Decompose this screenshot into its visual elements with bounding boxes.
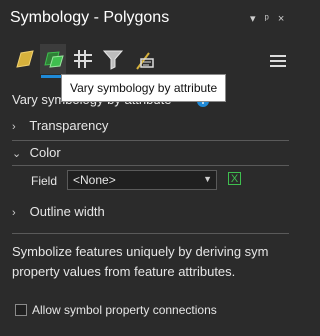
chevron-right-icon: › — [12, 207, 16, 219]
tooltip: Vary symbology by attribute — [61, 74, 227, 102]
description-line-1: Symbolize features uniquely by deriving … — [12, 244, 269, 259]
description: Symbolize features uniquely by deriving … — [12, 242, 301, 282]
label-class-icon — [136, 52, 154, 70]
symbol-layer-drawing-button[interactable] — [70, 44, 96, 74]
field-select[interactable]: <None> ▼ — [67, 170, 217, 190]
divider — [12, 233, 289, 234]
field-select-value: <None> — [73, 173, 116, 187]
primary-symbology-button[interactable] — [12, 44, 38, 74]
description-line-2: property values from feature attributes. — [12, 264, 236, 279]
divider — [12, 165, 289, 166]
divider — [12, 140, 289, 141]
filter-icon — [102, 50, 124, 70]
chevron-right-icon: › — [12, 121, 16, 133]
allow-symbol-property-connections-checkbox[interactable] — [15, 304, 27, 316]
filter-button[interactable] — [100, 44, 126, 74]
label-class-button[interactable] — [130, 44, 156, 74]
color-group-header[interactable]: ⌄ Color — [12, 145, 61, 165]
expression-button[interactable]: X — [228, 172, 241, 185]
checkbox-label: Allow symbol property connections — [32, 303, 217, 317]
primary-symbology-icon — [16, 50, 34, 68]
transparency-group-header[interactable]: › Transparency — [12, 118, 108, 138]
close-icon[interactable]: × — [278, 13, 284, 25]
transparency-label: Transparency — [29, 118, 109, 133]
field-label: Field — [31, 174, 58, 188]
chevron-down-icon: ⌄ — [12, 148, 22, 160]
vary-symbology-icon — [44, 51, 64, 68]
symbology-toolstrip — [12, 44, 272, 78]
dropdown-arrow-icon: ▼ — [203, 174, 212, 184]
color-label: Color — [29, 145, 61, 160]
outline-width-group-header[interactable]: › Outline width — [12, 204, 105, 224]
vary-symbology-button[interactable] — [40, 44, 66, 78]
pin-icon[interactable]: ᵖ — [265, 13, 269, 25]
pane-options-icon[interactable]: ▾ — [250, 13, 256, 25]
pane-titlebar: Symbology - Polygons ▾ ᵖ × — [0, 0, 301, 40]
outline-width-label: Outline width — [29, 204, 105, 219]
pane-title: Symbology - Polygons — [10, 9, 170, 26]
menu-icon[interactable] — [270, 55, 286, 70]
pane-controls: ▾ ᵖ × — [250, 12, 290, 25]
symbol-layer-drawing-icon — [74, 50, 92, 68]
